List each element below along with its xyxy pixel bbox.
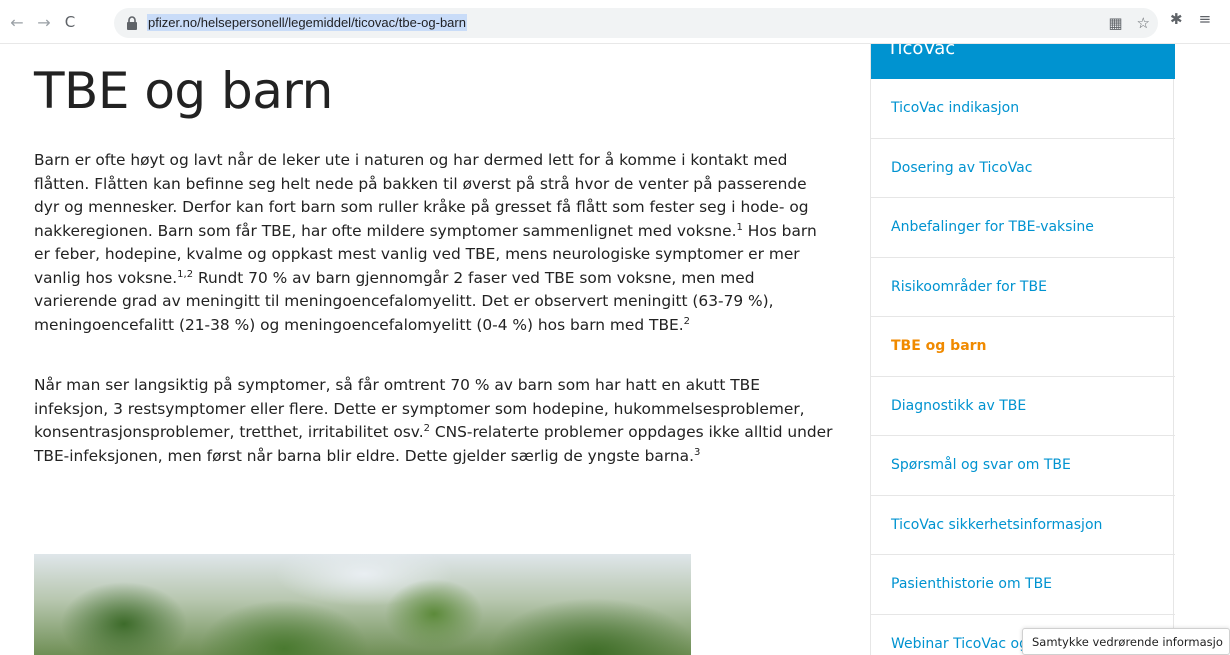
footnote-ref[interactable]: 3: [694, 446, 700, 457]
sidebar-item-sikkerhetsinformasjon[interactable]: TicoVac sikkerhetsinformasjon: [871, 496, 1175, 555]
article-content: TBE og barn Barn er ofte høyt og lavt nå…: [0, 44, 860, 655]
article-paragraph-2: Når man ser langsiktig på symptomer, så …: [34, 376, 833, 465]
sidebar-item-pasienthistorie[interactable]: Pasienthistorie om TBE: [871, 555, 1175, 615]
article-paragraph-1: Barn er ofte høyt og lavt når de leker u…: [34, 151, 817, 334]
footnote-ref[interactable]: 2: [684, 315, 690, 326]
page-title: TBE og barn: [34, 62, 333, 120]
sidebar-item-dosering[interactable]: Dosering av TicoVac: [871, 139, 1175, 198]
url-text[interactable]: pfizer.no/helsepersonell/legemiddel/tico…: [147, 14, 467, 31]
reload-icon[interactable]: C: [59, 11, 81, 33]
sidebar-nav: TicoVac TicoVac indikasjon Dosering av T…: [870, 38, 1175, 655]
sidebar-item-sporsmal-og-svar[interactable]: Spørsmål og svar om TBE: [871, 436, 1175, 496]
cookie-consent-button[interactable]: Samtykke vedrørende informasjo: [1022, 628, 1230, 655]
reading-list-icon[interactable]: ≡: [1199, 10, 1212, 28]
extensions-puzzle-icon[interactable]: ✱: [1170, 10, 1183, 28]
sidebar-item-diagnostikk[interactable]: Diagnostikk av TBE: [871, 377, 1175, 436]
qr-code-icon[interactable]: ▦: [1108, 14, 1122, 32]
bookmark-star-icon[interactable]: ☆: [1137, 14, 1150, 32]
sidebar-item-tbe-og-barn[interactable]: TBE og barn: [871, 317, 1175, 377]
browser-toolbar: ← → C pfizer.no/helsepersonell/legemidde…: [0, 0, 1230, 44]
lock-icon: [127, 16, 137, 30]
sidebar-header[interactable]: TicoVac: [871, 38, 1175, 79]
sidebar-item-anbefalinger[interactable]: Anbefalinger for TBE-vaksine: [871, 198, 1175, 258]
sidebar-item-ticovac-indikasjon[interactable]: TicoVac indikasjon: [871, 79, 1175, 139]
forward-arrow-icon[interactable]: →: [33, 11, 55, 33]
footnote-ref[interactable]: 1,2: [177, 268, 193, 279]
sidebar-item-risikoomrader[interactable]: Risikoområder for TBE: [871, 258, 1175, 317]
address-bar[interactable]: pfizer.no/helsepersonell/legemiddel/tico…: [114, 8, 1158, 38]
nature-photo: [34, 554, 691, 655]
back-arrow-icon[interactable]: ←: [6, 11, 28, 33]
